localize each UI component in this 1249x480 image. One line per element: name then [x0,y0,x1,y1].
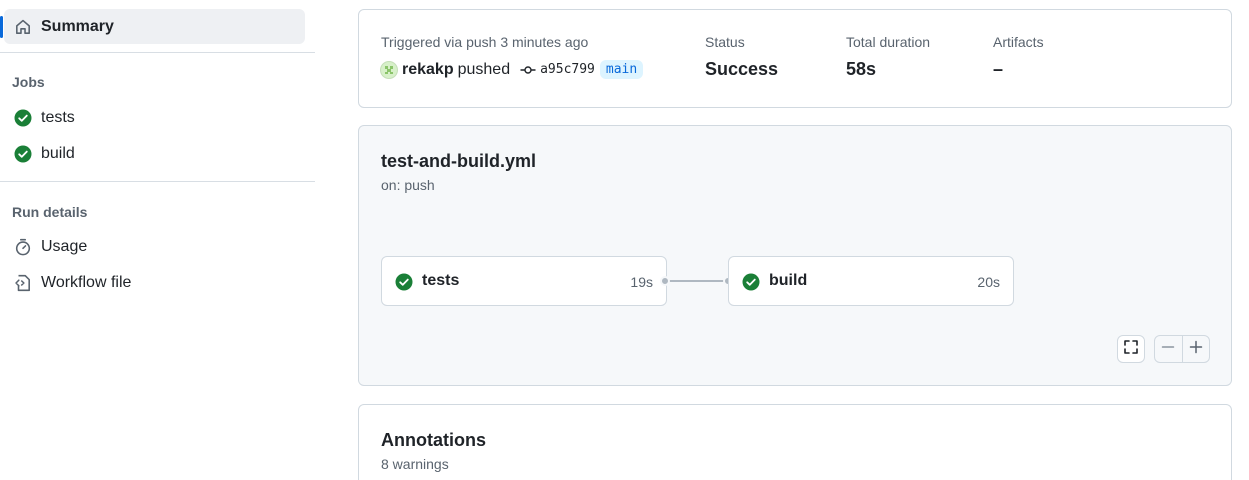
duration-label: Total duration [846,34,931,50]
duration-value: 58s [846,59,877,79]
commit-sha-link[interactable]: a95c799 [540,62,595,77]
sidebar-item-label: build [41,145,75,162]
sidebar: Summary Jobs tests build Run details Usa… [0,0,315,480]
workflow-file-name[interactable]: test-and-build.yml [381,151,536,172]
sidebar-item-summary[interactable]: Summary [0,9,305,44]
job-node-tests[interactable]: tests 19s [381,256,667,306]
workflow-graph-card: test-and-build.yml on: push tests 19s bu… [358,125,1232,386]
workflow-trigger: on: push [381,177,435,193]
artifacts-value: – [993,59,1004,79]
sidebar-item-workflow-file[interactable]: Workflow file [4,266,305,300]
sidebar-item-tests[interactable]: tests [4,101,305,135]
status-label: Status [705,34,745,50]
git-commit-icon [520,62,536,78]
branch-badge[interactable]: main [599,60,644,79]
job-name: build [769,272,808,289]
home-icon [14,18,32,36]
sidebar-item-label: Workflow file [41,274,132,291]
connector-dot [660,276,670,286]
author-link[interactable]: rekakp [402,61,454,79]
sidebar-item-label: tests [41,109,75,126]
job-node-build[interactable]: build 20s [728,256,1014,306]
active-indicator [0,16,3,38]
status-value: Success [705,59,779,79]
plus-icon [1189,340,1203,359]
sidebar-item-label: Usage [41,238,88,255]
check-circle-icon [395,273,413,296]
zoom-controls [1154,335,1210,363]
check-circle-icon [14,109,32,127]
check-circle-icon [14,145,32,163]
sidebar-divider [0,52,315,53]
annotations-count: 8 warnings [381,456,449,472]
stopwatch-icon [14,238,32,256]
annotations-title: Annotations [381,430,486,450]
sidebar-divider [0,181,315,182]
sidebar-item-label: Summary [41,17,114,35]
trigger-text: Triggered via push 3 minutes ago [381,34,589,50]
run-summary-card: Triggered via push 3 minutes ago rekakp … [358,9,1232,108]
job-duration: 19s [630,274,653,290]
check-circle-icon [742,273,760,296]
minus-icon [1161,340,1175,359]
file-code-icon [14,274,32,292]
run-details-heading: Run details [12,204,88,220]
jobs-heading: Jobs [12,74,45,90]
job-name: tests [422,272,460,289]
sidebar-item-build[interactable]: build [4,137,305,171]
sidebar-item-usage[interactable]: Usage [4,230,305,264]
trigger-row: rekakp pushed a95c799 main [380,60,644,79]
fullscreen-button[interactable] [1117,335,1145,363]
zoom-in-button[interactable] [1183,336,1210,362]
fullscreen-icon [1123,339,1139,360]
job-connector [666,280,728,282]
job-duration: 20s [977,274,1000,290]
avatar[interactable] [380,60,398,79]
annotations-card: Annotations 8 warnings [358,404,1232,480]
artifacts-label: Artifacts [993,34,1044,50]
push-action-text: pushed [457,60,511,78]
zoom-out-button[interactable] [1155,336,1182,362]
